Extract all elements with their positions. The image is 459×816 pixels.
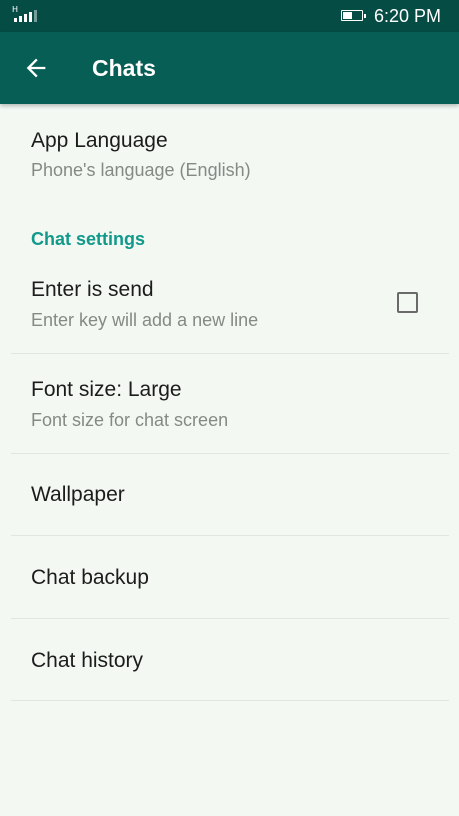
app-bar: Chats xyxy=(0,32,459,104)
network-type-label: H xyxy=(12,5,19,14)
status-bar: H 6:20 PM xyxy=(0,0,459,32)
app-language-item[interactable]: App Language Phone's language (English) xyxy=(0,104,459,204)
status-time: 6:20 PM xyxy=(374,6,442,26)
app-language-subtitle: Phone's language (English) xyxy=(31,160,251,180)
wallpaper-title: Wallpaper xyxy=(31,483,125,506)
enter-is-send-subtitle: Enter key will add a new line xyxy=(31,310,259,330)
font-size-subtitle: Font size for chat screen xyxy=(31,410,229,430)
battery-icon xyxy=(341,10,366,21)
app-language-title: App Language xyxy=(31,129,168,152)
chat-backup-title: Chat backup xyxy=(31,566,149,589)
divider xyxy=(11,700,449,701)
back-button[interactable] xyxy=(22,54,50,82)
chat-backup-item[interactable]: Chat backup xyxy=(0,536,459,618)
font-size-title: Font size: Large xyxy=(31,378,182,401)
wallpaper-item[interactable]: Wallpaper xyxy=(0,454,459,535)
arrow-back-icon xyxy=(26,58,46,78)
enter-is-send-title: Enter is send xyxy=(31,278,154,301)
enter-is-send-checkbox[interactable] xyxy=(397,292,418,313)
page-title: Chats xyxy=(92,55,156,81)
signal-icon: H xyxy=(12,6,42,24)
chat-settings-header: Chat settings xyxy=(31,229,146,249)
chat-history-item[interactable]: Chat history xyxy=(0,619,459,701)
enter-is-send-item[interactable]: Enter is send Enter key will add a new l… xyxy=(0,264,459,352)
font-size-item[interactable]: Font size: Large Font size for chat scre… xyxy=(0,354,459,453)
chat-history-title: Chat history xyxy=(31,649,144,672)
